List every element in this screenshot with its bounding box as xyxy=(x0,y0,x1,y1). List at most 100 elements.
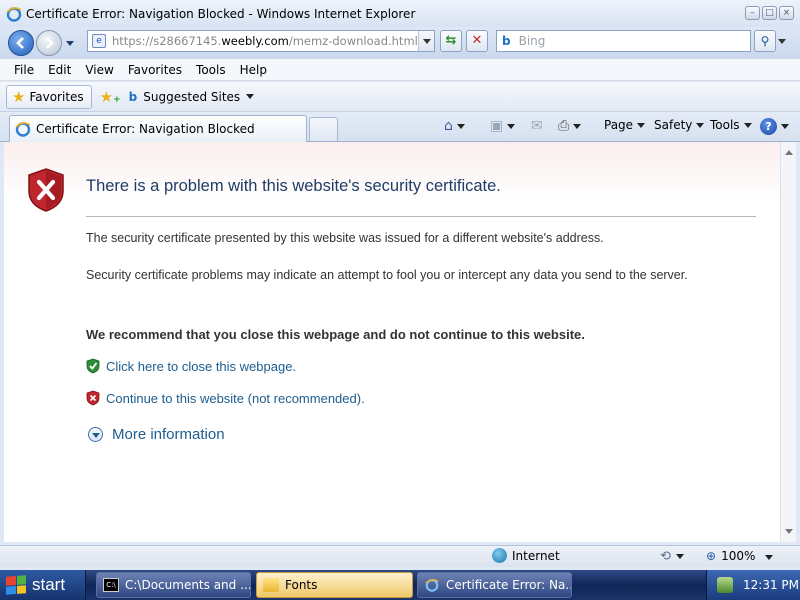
taskbar-item-label: Certificate Error: Na... xyxy=(446,578,572,592)
folder-icon xyxy=(263,578,279,592)
back-button[interactable] xyxy=(8,30,34,56)
certificate-error-page: There is a problem with this website's s… xyxy=(4,142,780,542)
recommendation-text: We recommend that you close this webpage… xyxy=(86,327,585,342)
stop-icon: ✕ xyxy=(471,33,483,48)
menu-tools[interactable]: Tools xyxy=(196,63,226,77)
home-button[interactable]: ⌂ xyxy=(444,118,465,134)
print-button[interactable]: ⎙ xyxy=(558,118,582,134)
more-information-toggle[interactable]: More information xyxy=(88,426,225,443)
taskbar: start C:\ C:\Documents and ... Fonts Cer… xyxy=(0,570,800,600)
chevron-down-icon xyxy=(456,123,465,129)
globe-icon xyxy=(492,548,507,563)
address-bar[interactable]: e https://s28667145.weebly.com/memz-down… xyxy=(87,30,435,52)
certificate-warning-text: Security certificate problems may indica… xyxy=(86,268,688,282)
new-tab-button[interactable] xyxy=(309,117,338,141)
forward-button[interactable] xyxy=(36,30,62,56)
command-prompt-icon: C:\ xyxy=(103,578,119,592)
chevron-down-icon xyxy=(675,554,684,559)
add-to-favorites-bar-button[interactable]: ★+ xyxy=(100,88,121,106)
navigation-bar: e https://s28667145.weebly.com/memz-down… xyxy=(0,27,800,59)
zoom-button[interactable]: ⊕ 100% xyxy=(706,549,755,563)
zoom-icon: ⊕ xyxy=(706,549,717,563)
chevron-down-icon xyxy=(637,122,646,128)
taskbar-item-fonts[interactable]: Fonts xyxy=(256,572,413,598)
taskbar-item-command-prompt[interactable]: C:\ C:\Documents and ... xyxy=(96,572,251,598)
continue-to-website-link[interactable]: Continue to this website (not recommende… xyxy=(106,391,365,406)
vertical-scrollbar[interactable] xyxy=(780,142,796,542)
address-dropdown-button[interactable] xyxy=(418,31,434,51)
search-icon: ⚲ xyxy=(760,34,770,48)
menu-edit[interactable]: Edit xyxy=(48,63,71,77)
window-title: Certificate Error: Navigation Blocked - … xyxy=(26,6,416,21)
favorites-star-icon: ★ xyxy=(12,87,26,106)
security-zone[interactable]: Internet xyxy=(492,548,560,563)
recent-pages-dropdown[interactable] xyxy=(66,40,74,46)
close-webpage-link[interactable]: Click here to close this webpage. xyxy=(106,359,296,374)
suggested-sites-button[interactable]: b Suggested Sites xyxy=(129,90,255,104)
ie-logo-icon xyxy=(6,6,22,22)
start-label: start xyxy=(32,575,66,594)
url-text: https://s28667145.weebly.com/memz-downlo… xyxy=(112,34,418,48)
menu-view[interactable]: View xyxy=(85,63,113,77)
taskbar-item-label: C:\Documents and ... xyxy=(125,578,251,592)
chevron-down-icon xyxy=(246,94,255,99)
refresh-button[interactable]: ⇆ xyxy=(440,30,462,52)
search-options-dropdown[interactable] xyxy=(778,39,786,44)
safety-menu[interactable]: Safety xyxy=(654,118,705,132)
page-menu-label: Page xyxy=(604,118,634,132)
search-button[interactable]: ⚲ xyxy=(754,30,776,52)
read-mail-button[interactable]: ✉ xyxy=(531,118,543,134)
maximize-button[interactable]: □ xyxy=(762,6,777,20)
start-button[interactable]: start xyxy=(0,570,86,600)
zoom-dropdown[interactable] xyxy=(765,555,773,560)
network-icon[interactable] xyxy=(717,577,733,593)
url-domain: weebly.com xyxy=(221,34,289,48)
page-menu[interactable]: Page xyxy=(604,118,646,132)
refresh-icon: ⇆ xyxy=(445,33,457,48)
certificate-mismatch-text: The security certificate presented by th… xyxy=(86,231,604,245)
close-button[interactable]: × xyxy=(779,6,794,20)
taskbar-item-internet-explorer[interactable]: Certificate Error: Na... xyxy=(417,572,572,598)
zoom-level: 100% xyxy=(721,549,756,563)
title-bar: Certificate Error: Navigation Blocked - … xyxy=(0,0,800,27)
menu-file[interactable]: File xyxy=(14,63,34,77)
scroll-down-icon[interactable] xyxy=(785,529,793,534)
clock[interactable]: 12:31 PM xyxy=(743,578,799,592)
protected-mode-button[interactable]: ⟲ xyxy=(660,549,684,564)
help-menu[interactable]: ? xyxy=(760,118,789,135)
expand-chevron-icon xyxy=(88,427,103,442)
status-bar: Internet ⟲ ⊕ 100% xyxy=(0,545,800,567)
menu-favorites[interactable]: Favorites xyxy=(128,63,182,77)
tools-menu-label: Tools xyxy=(710,118,740,132)
page-icon: e xyxy=(92,34,106,48)
chevron-down-icon xyxy=(573,123,582,129)
bing-logo-icon: b xyxy=(502,34,511,48)
menu-bar: File Edit View Favorites Tools Help xyxy=(0,59,800,81)
close-webpage-row: Click here to close this webpage. xyxy=(86,358,296,374)
system-tray: 12:31 PM xyxy=(706,570,800,600)
safety-menu-label: Safety xyxy=(654,118,693,132)
favorites-button[interactable]: ★ Favorites xyxy=(6,84,92,109)
taskbar-item-label: Fonts xyxy=(285,578,318,592)
divider xyxy=(86,216,756,217)
feeds-button[interactable]: ▣ xyxy=(490,118,516,134)
search-placeholder: Bing xyxy=(518,34,546,48)
window-controls: – □ × xyxy=(745,6,794,20)
tab-active[interactable]: Certificate Error: Navigation Blocked xyxy=(9,115,307,142)
forward-arrow-icon xyxy=(46,37,54,49)
add-plus-icon: + xyxy=(113,94,121,105)
suggested-sites-icon: b xyxy=(128,89,138,104)
menu-help[interactable]: Help xyxy=(240,63,267,77)
tools-menu[interactable]: Tools xyxy=(710,118,752,132)
scroll-up-icon[interactable] xyxy=(785,150,793,155)
stop-button[interactable]: ✕ xyxy=(466,30,488,52)
error-shield-icon xyxy=(28,168,64,212)
url-path: /memz-download.html xyxy=(288,34,418,48)
search-box[interactable]: b Bing xyxy=(496,30,751,52)
red-shield-x-icon xyxy=(86,390,100,406)
windows-logo-icon xyxy=(6,575,26,595)
suggested-sites-label: Suggested Sites xyxy=(143,89,241,104)
chevron-down-icon xyxy=(781,124,789,129)
favorites-label: Favorites xyxy=(29,89,84,104)
minimize-button[interactable]: – xyxy=(745,6,760,20)
